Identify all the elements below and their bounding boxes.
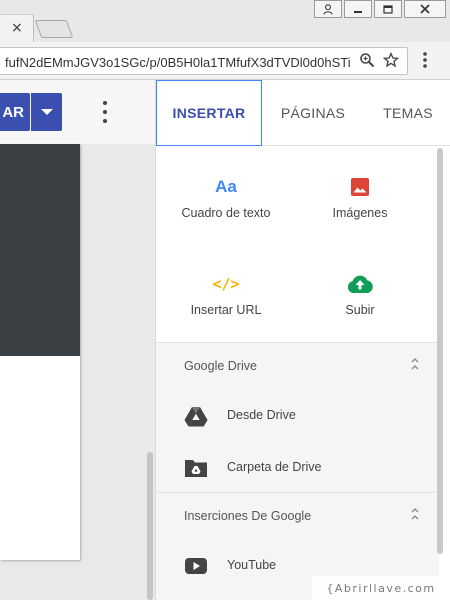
upload[interactable]: Subir bbox=[290, 271, 430, 317]
collapse-chevron-icon[interactable] bbox=[410, 357, 420, 372]
user-profile-button[interactable] bbox=[314, 0, 342, 18]
canvas-scrollbar[interactable] bbox=[147, 452, 153, 600]
list-item-carpeta-drive[interactable]: Carpeta de Drive bbox=[156, 443, 439, 493]
collapse-chevron-icon[interactable] bbox=[410, 507, 420, 522]
new-tab-button[interactable] bbox=[34, 20, 74, 38]
tab-insertar[interactable]: INSERTAR bbox=[156, 80, 262, 146]
drive-icon bbox=[184, 404, 208, 428]
page-header-banner[interactable] bbox=[0, 144, 80, 356]
upload-icon bbox=[290, 271, 430, 297]
list-item-desde-drive[interactable]: Desde Drive bbox=[156, 391, 439, 441]
carpeta-drive-label: Carpeta de Drive bbox=[227, 460, 322, 474]
code-icon: </> bbox=[212, 275, 240, 293]
editor-more-icon[interactable] bbox=[102, 101, 108, 123]
panel-scrollbar[interactable] bbox=[437, 148, 443, 554]
image-icon bbox=[290, 174, 430, 200]
address-bar[interactable]: fufN2dEMmJGV3o1SGc/p/0B5H0la1TMfufX3dTVD… bbox=[0, 47, 408, 75]
minimize-button[interactable] bbox=[344, 0, 372, 18]
youtube-label: YouTube bbox=[227, 558, 277, 572]
restore-button[interactable] bbox=[374, 0, 402, 18]
text-box-icon: Aa bbox=[215, 177, 237, 196]
text-box-label: Cuadro de texto bbox=[181, 206, 271, 220]
insert-text-box[interactable]: Aa Cuadro de texto bbox=[156, 174, 296, 220]
publish-dropdown-button[interactable] bbox=[31, 93, 62, 131]
panel-tabs: INSERTAR PÁGINAS TEMAS bbox=[156, 80, 450, 146]
publish-button[interactable]: AR bbox=[0, 93, 30, 131]
tab-close-icon[interactable]: × bbox=[11, 21, 23, 35]
restore-icon bbox=[383, 5, 393, 14]
watermark: {Abrirllave.com bbox=[312, 576, 450, 600]
drive-folder-icon bbox=[184, 456, 208, 480]
youtube-icon bbox=[184, 554, 208, 578]
user-icon bbox=[323, 3, 333, 15]
upload-label: Subir bbox=[345, 303, 375, 317]
close-window-button[interactable] bbox=[404, 0, 446, 18]
tab-temas[interactable]: TEMAS bbox=[368, 80, 448, 146]
window-controls bbox=[312, 0, 446, 18]
images-label: Imágenes bbox=[332, 206, 388, 220]
close-icon bbox=[420, 4, 430, 14]
google-drive-title: Google Drive bbox=[184, 359, 257, 373]
insert-url[interactable]: </> Insertar URL bbox=[156, 271, 296, 317]
minimize-icon bbox=[354, 11, 362, 13]
google-inserts-title: Inserciones De Google bbox=[184, 509, 312, 523]
url-text[interactable]: fufN2dEMmJGV3o1SGc/p/0B5H0la1TMfufX3dTVD… bbox=[5, 55, 355, 70]
insert-images[interactable]: Imágenes bbox=[290, 174, 430, 220]
insert-panel: INSERTAR PÁGINAS TEMAS Aa Cuadro de text… bbox=[155, 80, 450, 600]
page-preview[interactable] bbox=[0, 144, 80, 560]
zoom-icon[interactable] bbox=[359, 52, 375, 72]
desde-drive-label: Desde Drive bbox=[227, 408, 296, 422]
browser-menu-icon[interactable] bbox=[422, 51, 428, 73]
star-icon[interactable] bbox=[382, 51, 400, 72]
insert-url-label: Insertar URL bbox=[190, 303, 262, 317]
dropdown-arrow-icon bbox=[40, 109, 53, 115]
google-drive-section: Google Drive Desde Drive Carpeta de Driv… bbox=[156, 342, 439, 492]
tab-paginas[interactable]: PÁGINAS bbox=[268, 80, 358, 146]
browser-tabstrip: × bbox=[0, 0, 450, 42]
browser-toolbar: fufN2dEMmJGV3o1SGc/p/0B5H0la1TMfufX3dTVD… bbox=[0, 42, 450, 80]
